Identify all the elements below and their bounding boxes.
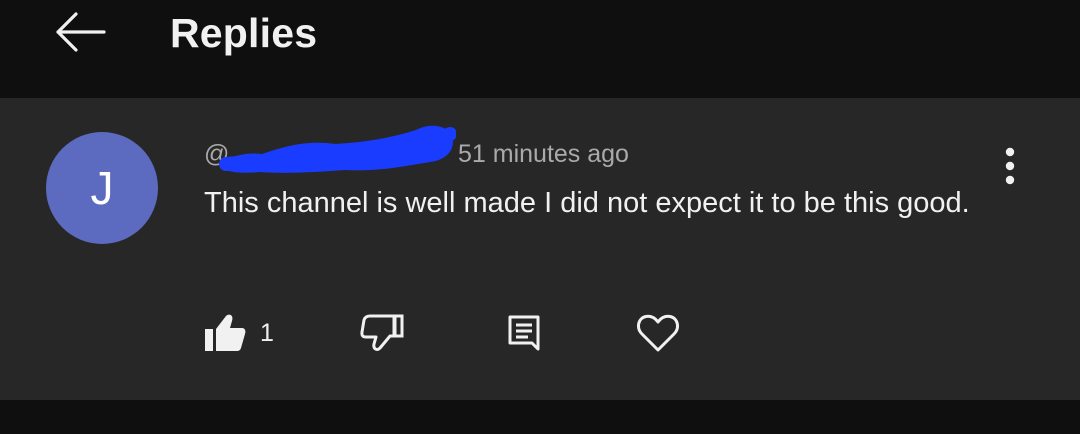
reply-comment: J @ 51 minutes ago This channel is well … — [0, 98, 1080, 400]
more-options-button[interactable] — [990, 144, 1030, 188]
arrow-left-icon — [56, 12, 106, 52]
comment-timestamp: 51 minutes ago — [458, 140, 629, 168]
comment-meta: @ 51 minutes ago — [204, 125, 704, 176]
back-button[interactable] — [48, 4, 112, 60]
comment-body: This channel is well made I did not expe… — [204, 187, 970, 219]
page-title: Replies — [170, 10, 318, 56]
avatar-letter: J — [90, 162, 114, 214]
top-app-bar: Replies — [0, 0, 1080, 98]
thumbs-up-filled-icon — [205, 314, 246, 351]
comment-actions: 1 — [0, 308, 1080, 358]
more-vertical-icon — [1005, 147, 1015, 185]
avatar[interactable]: J — [46, 132, 158, 244]
reply-button[interactable] — [506, 308, 542, 358]
bottom-area — [0, 400, 1080, 434]
like-count: 1 — [260, 318, 274, 347]
thumbs-down-icon — [360, 314, 404, 351]
heart-icon — [637, 314, 679, 352]
comment-icon — [508, 315, 540, 351]
redaction-scribble — [219, 125, 456, 173]
like-button[interactable]: 1 — [204, 308, 274, 358]
heart-button[interactable] — [636, 308, 680, 358]
dislike-button[interactable] — [360, 308, 404, 358]
